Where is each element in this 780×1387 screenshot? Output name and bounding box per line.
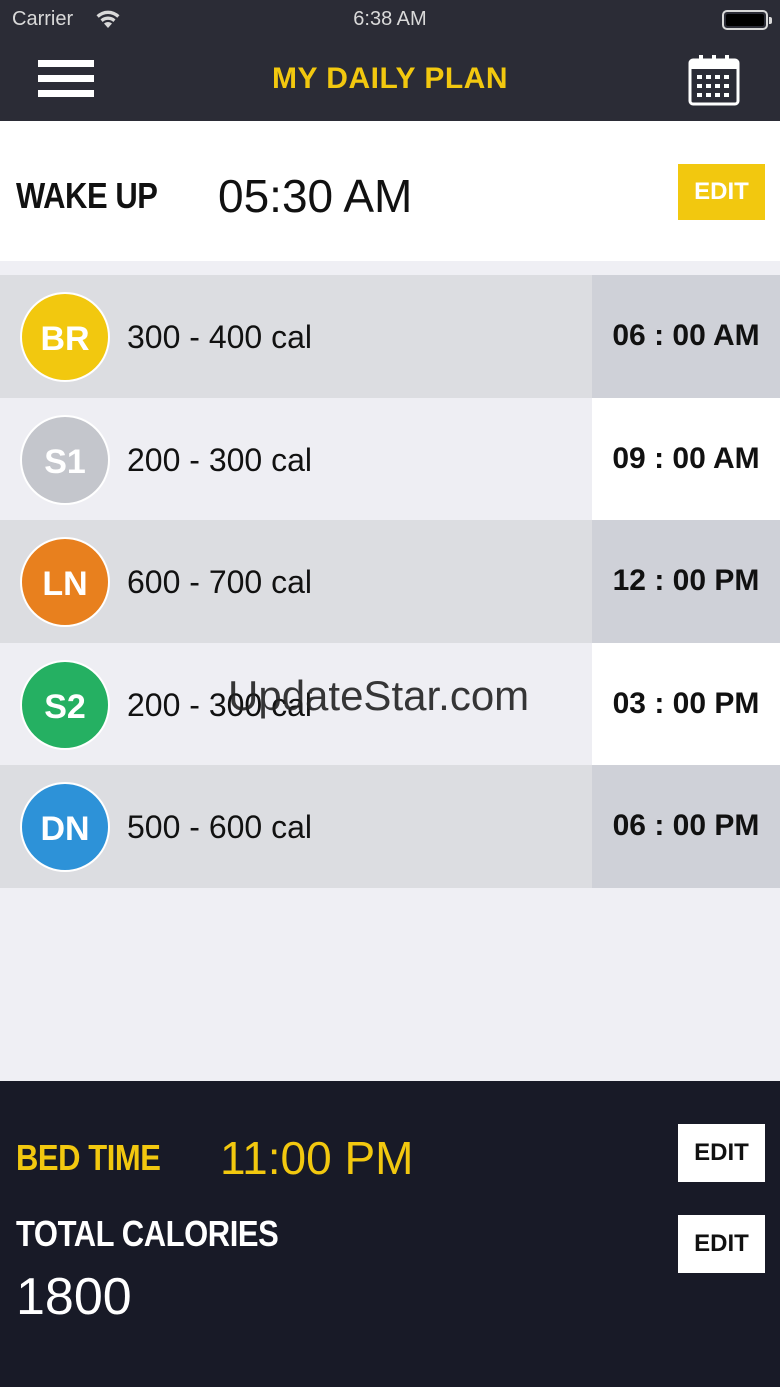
bed-time-label: BED TIME [16,1137,161,1178]
meal-badge-dn: DN [20,782,110,872]
meal-calories: 600 - 700 cal [127,564,313,600]
status-bar: Carrier 6:38 AM [0,0,780,40]
meal-time-cell[interactable]: 09 : 00 AM [592,397,780,520]
meal-badge-ln: LN [20,537,110,627]
meal-calories: 200 - 300 cal [127,686,313,723]
wake-up-label: WAKE UP [16,175,158,216]
meal-calories: 500 - 600 cal [127,809,313,845]
status-time: 6:38 AM [353,8,427,30]
meal-time: 12 : 00 PM [612,564,760,597]
meal-row-lunch[interactable]: LN 600 - 700 cal 12 : 00 PM [0,520,780,643]
meal-row-snack-2[interactable]: S2 200 - 300 cal 03 : 00 PM [0,642,780,765]
bed-time-edit-button[interactable]: EDIT [678,1124,765,1182]
top-bar: Carrier 6:38 AM MY DAILY PLAN [0,0,780,121]
total-calories-value: 1800 [16,1268,132,1326]
meal-time-cell[interactable]: 06 : 00 PM [592,765,780,888]
total-calories-label: TOTAL CALORIES [16,1213,279,1254]
meal-row-breakfast[interactable]: BR 300 - 400 cal 06 : 00 AM [0,275,780,398]
meal-badge-br: BR [20,292,110,382]
bed-time-value: 11:00 PM [220,1132,414,1184]
meal-calories: 200 - 300 cal [127,441,313,478]
meal-time: 03 : 00 PM [612,686,760,720]
meal-time: 06 : 00 PM [612,809,760,842]
meal-time: 09 : 00 AM [612,441,760,475]
battery-icon [722,10,772,30]
meal-calories: 300 - 400 cal [127,319,313,355]
total-calories-edit-button[interactable]: EDIT [678,1215,765,1273]
meal-row-dinner[interactable]: DN 500 - 600 cal 06 : 00 PM [0,765,780,888]
wake-up-edit-button[interactable]: EDIT [678,164,765,220]
meal-row-snack-1[interactable]: S1 200 - 300 cal 09 : 00 AM [0,397,780,520]
meal-time: 06 : 00 AM [612,319,760,352]
page-title: MY DAILY PLAN [272,62,508,95]
wake-up-time: 05:30 AM [218,170,413,222]
bottom-panel: BED TIME 11:00 PM EDIT TOTAL CALORIES 18… [0,1081,780,1387]
meal-time-cell[interactable]: 06 : 00 AM [592,275,780,398]
meal-badge-s2: S2 [20,659,110,750]
daily-plan-screen: Carrier 6:38 AM MY DAILY PLAN WAKE UP 05… [0,0,780,1387]
meal-badge-s1: S1 [20,414,110,505]
calendar-icon[interactable] [688,54,740,106]
wake-up-section: WAKE UP 05:30 AM EDIT [0,121,780,261]
meal-list: BR 300 - 400 cal 06 : 00 AM S1 200 - 300… [0,275,780,888]
meal-time-cell[interactable]: 12 : 00 PM [592,520,780,643]
meal-time-cell[interactable]: 03 : 00 PM [592,642,780,765]
